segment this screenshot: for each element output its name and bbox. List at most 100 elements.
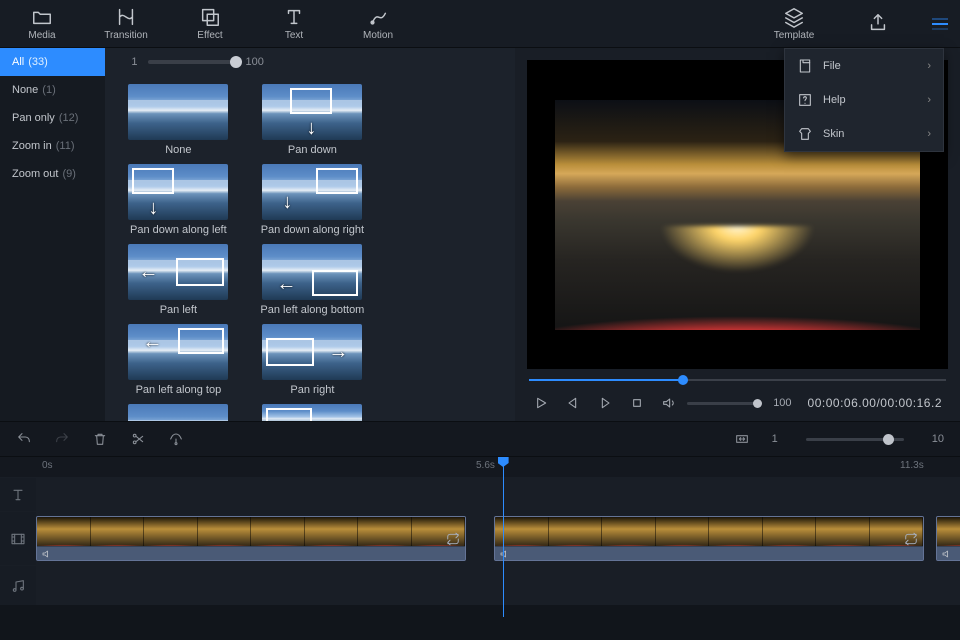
toolbar-media[interactable]: Media	[0, 0, 84, 47]
track-music-header[interactable]	[0, 566, 36, 605]
effect-label: Pan left	[160, 304, 197, 316]
play-button[interactable]	[533, 395, 549, 411]
effects-grid: None ↓ Pan down ↓ Pan down along left ↓ …	[105, 76, 515, 421]
toolbar-export[interactable]	[836, 0, 920, 47]
effect-thumbnail: ←	[128, 324, 228, 380]
category-zoom-out[interactable]: Zoom out(9)	[0, 160, 105, 188]
track-text	[0, 477, 960, 511]
timeline-clip[interactable]	[36, 516, 466, 561]
speaker-icon	[41, 548, 53, 560]
category-list: All(33) None(1) Pan only(12) Zoom in(11)…	[0, 48, 105, 421]
toolbar-template[interactable]: Template	[752, 0, 836, 47]
effect-card[interactable]: None	[117, 84, 239, 156]
zoom-slider[interactable]	[806, 438, 904, 441]
volume-icon[interactable]	[661, 395, 677, 411]
chevron-right-icon: ›	[927, 60, 931, 72]
effect-label: Pan down along right	[261, 224, 364, 236]
effect-thumbnail: ←	[262, 244, 362, 300]
timeline-tracks: ✂	[0, 477, 960, 640]
category-zoom-in[interactable]: Zoom in(11)	[0, 132, 105, 160]
text-icon	[283, 6, 305, 28]
effect-card[interactable]: ↓ Pan down	[251, 84, 373, 156]
track-video: ✂	[0, 511, 960, 565]
file-icon	[797, 58, 813, 74]
effect-card[interactable]: ← Pan left	[117, 244, 239, 316]
menu-item-help[interactable]: Help ›	[785, 83, 943, 117]
delete-button[interactable]	[92, 431, 108, 447]
top-toolbar: Media Transition Effect Text Motion Temp…	[0, 0, 960, 48]
motion-icon	[367, 6, 389, 28]
skin-icon	[797, 126, 813, 142]
menu-item-label: File	[823, 60, 841, 72]
category-pan-only[interactable]: Pan only(12)	[0, 104, 105, 132]
category-all[interactable]: All(33)	[0, 48, 105, 76]
effect-card[interactable]: ← Pan left along top	[117, 324, 239, 396]
track-video-body[interactable]: ✂	[36, 512, 960, 565]
speaker-icon	[941, 548, 953, 560]
timeline-toolbar: 1 10	[0, 421, 960, 457]
effect-card[interactable]: →	[251, 404, 373, 421]
timeline-clip[interactable]	[936, 516, 960, 561]
app-menu-dropdown: File › Help › Skin ›	[784, 48, 944, 152]
split-button[interactable]	[130, 431, 146, 447]
effect-card[interactable]: ↓ Pan down along left	[117, 164, 239, 236]
toolbar-template-label: Template	[774, 30, 815, 41]
effect-label: Pan down along left	[130, 224, 227, 236]
toolbar-effect[interactable]: Effect	[168, 0, 252, 47]
prev-frame-button[interactable]	[565, 395, 581, 411]
track-text-header[interactable]	[0, 478, 36, 511]
timecode: 00:00:06.00/00:00:16.2	[808, 396, 942, 410]
track-video-header[interactable]	[0, 512, 36, 565]
toolbar-text-label: Text	[285, 30, 303, 41]
menu-item-label: Help	[823, 94, 846, 106]
effect-card[interactable]: → Pan right	[251, 324, 373, 396]
toolbar-effect-label: Effect	[197, 30, 222, 41]
ruler-mark: 0s	[42, 460, 53, 471]
clip-loop-icon	[445, 531, 461, 547]
preview-scrubber[interactable]	[529, 373, 946, 387]
menu-item-file[interactable]: File ›	[785, 49, 943, 83]
effect-card[interactable]: ↓ Pan down along right	[251, 164, 373, 236]
stop-button[interactable]	[629, 395, 645, 411]
effect-thumbnail: →	[128, 404, 228, 421]
preview-controls: 100 00:00:06.00/00:00:16.2	[515, 387, 960, 421]
redo-button[interactable]	[54, 431, 70, 447]
export-icon	[867, 12, 889, 34]
effect-label: Pan left along top	[136, 384, 222, 396]
hamburger-menu-button[interactable]	[920, 0, 960, 47]
playhead[interactable]	[503, 457, 504, 617]
crop-button[interactable]	[168, 431, 184, 447]
menu-item-skin[interactable]: Skin ›	[785, 117, 943, 151]
toolbar-transition[interactable]: Transition	[84, 0, 168, 47]
category-none[interactable]: None(1)	[0, 76, 105, 104]
transition-icon	[115, 6, 137, 28]
effect-thumbnail: ↓	[262, 164, 362, 220]
effects-panel: 1 100 None ↓ Pan down ↓ Pan down along l…	[105, 48, 515, 421]
zoom-max: 10	[932, 433, 944, 445]
toolbar-transition-label: Transition	[104, 30, 148, 41]
effect-thumbnail	[128, 84, 228, 140]
toolbar-motion-label: Motion	[363, 30, 393, 41]
next-frame-button[interactable]	[597, 395, 613, 411]
effect-icon	[199, 6, 221, 28]
toolbar-text[interactable]: Text	[252, 0, 336, 47]
clip-loop-icon	[903, 531, 919, 547]
effect-label: Pan left along bottom	[260, 304, 364, 316]
thumbnail-size-slider[interactable]	[148, 60, 236, 64]
effect-thumbnail: ↓	[128, 164, 228, 220]
effect-card[interactable]: → Pan right along bottom	[117, 404, 239, 421]
ruler-mark: 11.3s	[900, 460, 924, 471]
track-music	[0, 565, 960, 605]
speaker-icon	[499, 548, 511, 560]
toolbar-media-label: Media	[28, 30, 55, 41]
timeline-ruler[interactable]: 0s 5.6s 11.3s	[0, 457, 960, 477]
timeline-clip[interactable]: ✂	[494, 516, 924, 561]
help-icon	[797, 92, 813, 108]
effect-card[interactable]: ← Pan left along bottom	[251, 244, 373, 316]
effect-label: None	[165, 144, 191, 156]
toolbar-motion[interactable]: Motion	[336, 0, 420, 47]
undo-button[interactable]	[16, 431, 32, 447]
volume-slider[interactable]	[687, 402, 757, 405]
fit-button[interactable]	[734, 431, 750, 447]
clip-audio-strip	[937, 546, 960, 560]
